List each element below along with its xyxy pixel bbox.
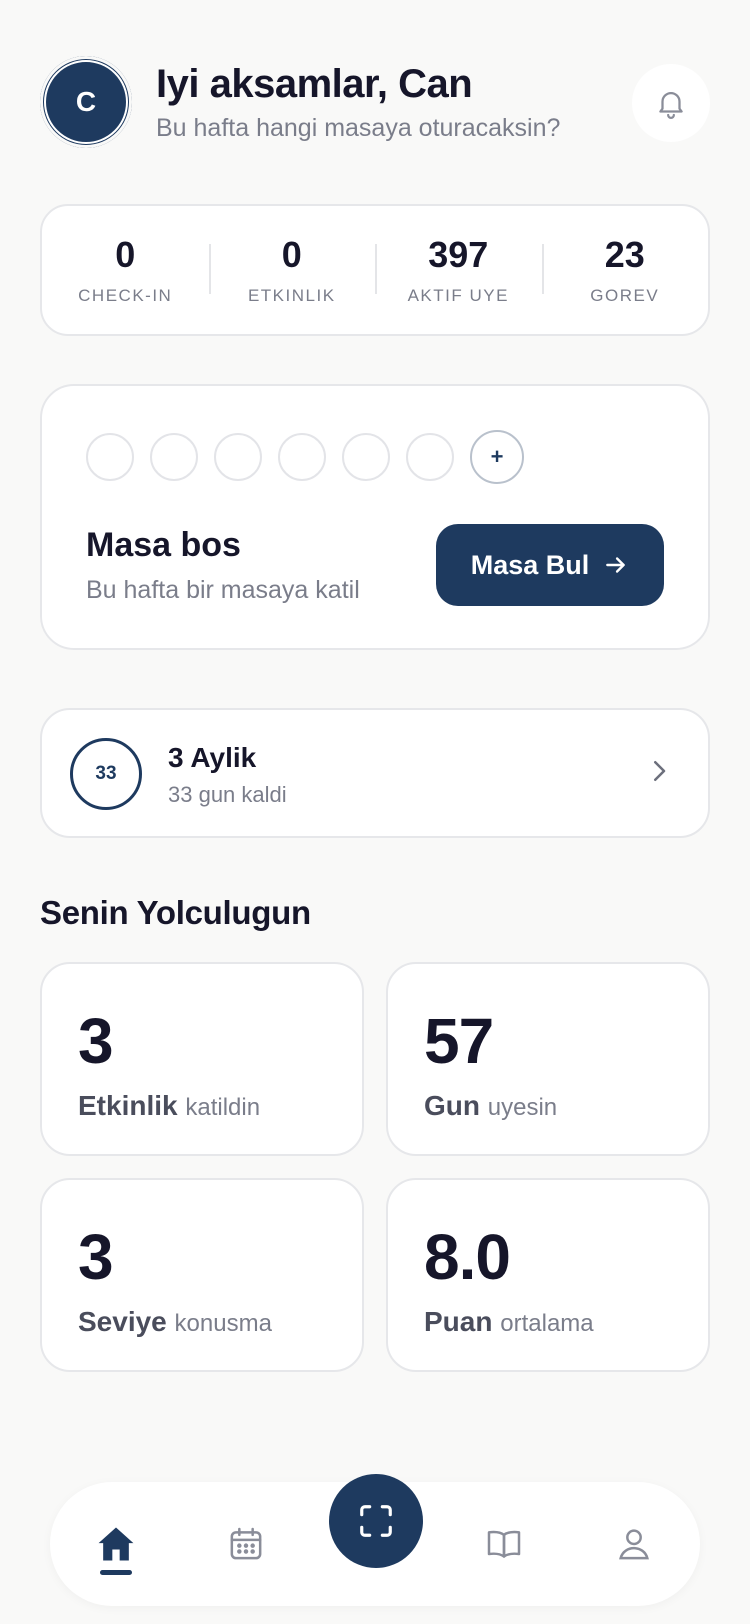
bell-icon	[659, 92, 683, 119]
stat-value: 0	[115, 234, 136, 275]
tile-label-main: Gun	[424, 1090, 480, 1121]
stat-label: AKTIF UYE	[407, 286, 509, 305]
active-tab-indicator	[100, 1570, 132, 1575]
days-remaining-ring: 33	[70, 738, 142, 810]
table-card: + Masa bos Bu hafta bir masaya katil Mas…	[40, 384, 710, 650]
tile-label-suffix: katildin	[185, 1094, 261, 1121]
chevron-right-icon	[654, 761, 666, 781]
tile-label-main: Puan	[424, 1306, 493, 1337]
stat-active-members: 397 AKTIF UYE	[375, 234, 542, 306]
tile-value: 3	[78, 1221, 114, 1293]
stat-events: 0 ETKINLIK	[208, 234, 376, 306]
tile-value: 57	[424, 1005, 494, 1077]
empty-seat	[86, 433, 134, 481]
tile-label-suffix: uyesin	[487, 1094, 558, 1121]
journey-tile-events: 3 Etkinlik katildin	[40, 962, 364, 1156]
stats-card: 0 CHECK-IN 0 ETKINLIK 397 AKTIF UYE 23 G…	[40, 204, 710, 336]
avatar[interactable]: C	[40, 56, 132, 148]
table-status-subtitle: Bu hafta bir masaya katil	[86, 576, 360, 604]
empty-seat	[342, 433, 390, 481]
nav-calendar[interactable]	[218, 1516, 274, 1572]
stat-label: ETKINLIK	[247, 286, 336, 305]
calendar-icon	[230, 1527, 262, 1560]
membership-title: 3 Aylik	[168, 742, 257, 773]
seat-row: +	[86, 430, 524, 484]
scan-icon	[360, 1505, 392, 1537]
tile-label: Seviye konusma	[78, 1306, 272, 1338]
stat-label: GOREV	[590, 286, 660, 305]
empty-seat	[214, 433, 262, 481]
notifications-button[interactable]	[632, 64, 710, 142]
nav-library[interactable]	[476, 1516, 532, 1572]
stat-value: 0	[281, 234, 302, 275]
tile-label-main: Etkinlik	[78, 1090, 178, 1121]
find-table-label: Masa Bul	[470, 549, 590, 580]
empty-seat	[406, 433, 454, 481]
tile-value: 3	[78, 1005, 114, 1077]
avatar-initial: C	[75, 86, 97, 117]
journey-tile-score: 8.0 Puan ortalama	[386, 1178, 710, 1372]
tile-label: Puan ortalama	[424, 1306, 594, 1338]
home-icon	[98, 1527, 134, 1561]
membership-subtitle: 33 gun kaldi	[168, 782, 287, 807]
arrow-right-icon	[606, 557, 626, 573]
nav-home[interactable]	[88, 1516, 144, 1572]
stat-value: 23	[604, 234, 645, 275]
tile-label: Gun uyesin	[424, 1090, 557, 1122]
profile-icon	[619, 1529, 649, 1560]
find-table-button[interactable]: Masa Bul	[436, 524, 664, 606]
add-seat-button[interactable]: +	[470, 430, 524, 484]
nav-profile[interactable]	[606, 1516, 662, 1572]
scan-button[interactable]	[329, 1474, 423, 1568]
greeting-title: Iyi aksamlar, Can	[156, 62, 473, 106]
stat-tasks: 23 GOREV	[541, 234, 709, 306]
stat-value: 397	[428, 234, 489, 275]
greeting-subtitle: Bu hafta hangi masaya oturacaksin?	[156, 114, 561, 142]
empty-seat	[150, 433, 198, 481]
table-status-title: Masa bos	[86, 526, 241, 564]
journey-tile-days: 57 Gun uyesin	[386, 962, 710, 1156]
book-icon	[487, 1530, 521, 1558]
tile-label: Etkinlik katildin	[78, 1090, 260, 1122]
tile-value: 8.0	[424, 1221, 511, 1293]
empty-seat	[278, 433, 326, 481]
tile-label-suffix: konusma	[174, 1310, 272, 1337]
tile-label-main: Seviye	[78, 1306, 167, 1337]
header: C Iyi aksamlar, Can Bu hafta hangi masay…	[40, 56, 710, 148]
journey-title: Senin Yolculugun	[40, 894, 311, 931]
stat-label: CHECK-IN	[78, 286, 173, 305]
stat-checkin: 0 CHECK-IN	[42, 234, 209, 306]
home-screen: C Iyi aksamlar, Can Bu hafta hangi masay…	[0, 0, 750, 1624]
membership-card[interactable]: 33 3 Aylik 33 gun kaldi	[40, 708, 710, 838]
tile-label-suffix: ortalama	[500, 1310, 594, 1337]
journey-tile-level: 3 Seviye konusma	[40, 1178, 364, 1372]
